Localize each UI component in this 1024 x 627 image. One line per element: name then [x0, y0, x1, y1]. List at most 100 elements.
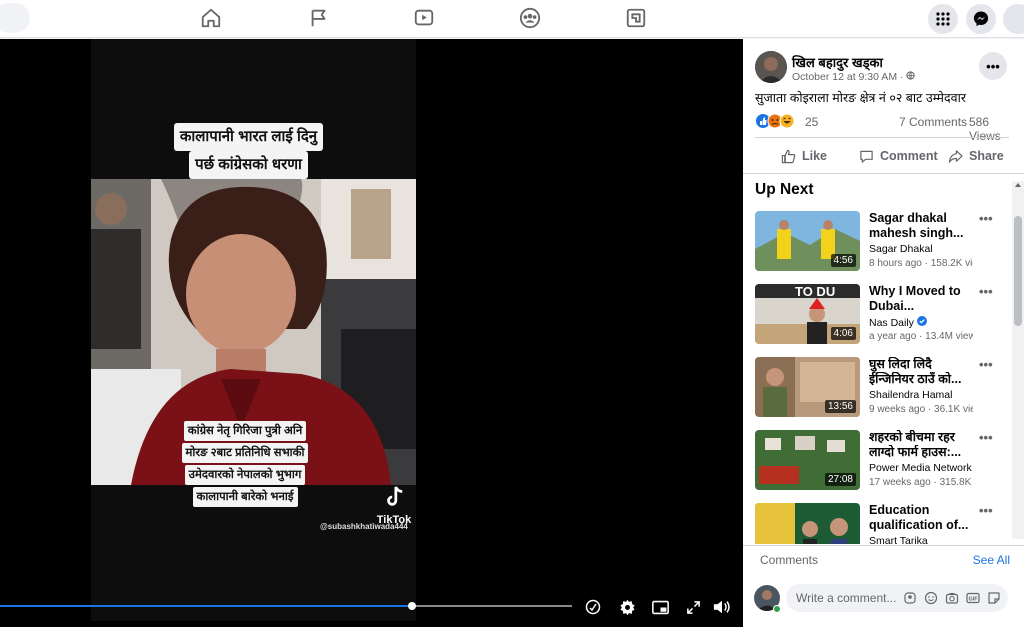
video-channel[interactable]: Smart Tarika	[869, 535, 928, 544]
comment-button[interactable]: Comment	[859, 146, 938, 166]
video-more-options-icon[interactable]: •••	[979, 503, 993, 518]
video-stats: a year ago · 13.4M views	[869, 331, 973, 342]
comments-count[interactable]: 7 Comments	[899, 115, 967, 129]
video-duration: 27:08	[824, 473, 856, 486]
reaction-icons[interactable]	[755, 113, 799, 132]
video-thumbnail[interactable]: 4:56	[755, 211, 860, 271]
video-channel[interactable]: Power Media Network	[869, 462, 972, 474]
video-channel[interactable]: Nas Daily	[869, 316, 927, 329]
video-title-line1[interactable]: Why I Moved to	[869, 284, 979, 299]
video-title-line1[interactable]: Sagar dhakal	[869, 211, 979, 226]
scroll-up-arrow-icon[interactable]	[1015, 183, 1021, 187]
video-channel[interactable]: Sagar Dhakal	[869, 243, 933, 255]
video-progress-handle[interactable]	[407, 602, 416, 610]
up-next-item[interactable]: TO DU 4:06 Why I Moved to Dubai... Nas D…	[755, 284, 1013, 344]
video-more-options-icon[interactable]: •••	[979, 357, 993, 372]
post-date[interactable]: October 12 at 9:30 AM	[792, 71, 897, 83]
up-next-item[interactable]: 4:56 Sagar dhakal mahesh singh... Sagar …	[755, 211, 1013, 271]
flag-icon[interactable]	[306, 5, 332, 31]
video-stats: 9 weeks ago · 36.1K views	[869, 404, 973, 415]
author-avatar[interactable]	[755, 51, 787, 83]
post-author-name[interactable]: खिल बहादुर खड्का	[792, 53, 883, 71]
video-title-line2[interactable]: ईन्जिनियर ठाउँ को...	[869, 372, 979, 387]
gif-icon[interactable]: GIF	[966, 591, 980, 605]
views-count: 586 Views	[969, 115, 1001, 143]
video-duration: 4:56	[830, 254, 856, 267]
caption-top-line1: कालापानी भारत लाई दिनु	[173, 123, 324, 151]
grid-menu-icon[interactable]	[928, 4, 958, 34]
avatar-sticker-icon[interactable]	[903, 591, 917, 605]
groups-icon[interactable]	[517, 5, 543, 31]
thumbs-up-icon	[781, 149, 796, 163]
post-meta: October 12 at 9:30 AM ·	[792, 71, 916, 83]
settings-gear-icon[interactable]	[617, 597, 637, 617]
messenger-icon[interactable]	[966, 4, 996, 34]
up-next-title: Up Next	[755, 181, 814, 198]
comment-input[interactable]: Write a comment... GIF	[786, 584, 1008, 612]
channel-name[interactable]: Nas Daily	[869, 317, 914, 329]
divider	[743, 545, 1024, 546]
online-status-dot	[773, 605, 781, 613]
gaming-icon[interactable]	[623, 5, 649, 31]
svg-text:GIF: GIF	[969, 597, 979, 603]
video-title-line1[interactable]: घुस लिदा लिदै	[869, 357, 979, 372]
video-thumbnail[interactable]	[755, 503, 860, 544]
camera-icon[interactable]	[945, 591, 959, 605]
video-progress-bar[interactable]	[0, 602, 572, 610]
video-more-options-icon[interactable]: •••	[979, 211, 993, 226]
scrollbar-thumb[interactable]	[1014, 216, 1022, 326]
video-channel[interactable]: Shailendra Hamal	[869, 389, 952, 401]
video-thumbnail[interactable]: 13:56	[755, 357, 860, 417]
video-thumbnail[interactable]: TO DU 4:06	[755, 284, 860, 344]
video-title-line2[interactable]: mahesh singh...	[869, 226, 979, 241]
video-thumbnail[interactable]: 27:08	[755, 430, 860, 490]
video-title-line2[interactable]: Dubai...	[869, 299, 979, 314]
video-title-line1[interactable]: शहरको बीचमा रहर	[869, 430, 979, 445]
video-duration: 4:06	[830, 327, 856, 340]
post-more-options-button[interactable]: •••	[979, 52, 1007, 80]
share-label: Share	[969, 149, 1004, 163]
volume-icon[interactable]	[712, 597, 732, 617]
video-duration: 13:56	[824, 400, 856, 413]
video-title-line2[interactable]: लाग्दो फार्म हाउस:...	[869, 445, 979, 460]
search-box[interactable]	[0, 3, 30, 33]
reactions-row: 25 7 Comments 586 Views	[755, 112, 1013, 143]
post-text: सुजाता कोइराला मोरङ क्षेत्र नं ०२ बाट उम…	[755, 91, 966, 105]
share-button[interactable]: Share	[948, 146, 1004, 166]
like-label: Like	[802, 149, 828, 163]
up-next-scrollbar[interactable]	[1012, 181, 1024, 539]
see-all-comments-link[interactable]: See All	[973, 553, 1010, 567]
video-more-options-icon[interactable]: •••	[979, 430, 993, 445]
video-caption-bottom: कांग्रेस नेतृ गिरिजा पुत्री अनि मोरङ २बा…	[155, 421, 335, 509]
video-more-options-icon[interactable]: •••	[979, 284, 993, 299]
captions-icon[interactable]	[583, 597, 603, 617]
tiktok-watermark: TikTok	[372, 485, 416, 526]
video-stats: 8 hours ago · 158.2K views	[869, 258, 973, 269]
svg-text:TO DU: TO DU	[795, 284, 835, 299]
caption-bottom-line2: मोरङ २बाट प्रतिनिधि सभाकी	[181, 443, 309, 463]
verified-badge-icon	[916, 316, 927, 326]
comment-bubble-icon	[860, 150, 873, 163]
caption-bottom-line1: कांग्रेस नेतृ गिरिजा पुत्री अनि	[183, 421, 307, 441]
up-next-item[interactable]: 13:56 घुस लिदा लिदै ईन्जिनियर ठाउँ को...…	[755, 357, 1013, 417]
video-progress-fill	[0, 605, 412, 607]
comments-header: Comments See All	[760, 553, 1010, 567]
video-player[interactable]: कालापानी भारत लाई दिनु पर्छ कांग्रेसको ध…	[0, 39, 743, 627]
video-stats: 17 weeks ago · 315.8K views	[869, 477, 973, 488]
home-icon[interactable]	[198, 5, 224, 31]
divider	[755, 137, 1009, 138]
up-next-list: 4:56 Sagar dhakal mahesh singh... Sagar …	[755, 211, 1013, 544]
video-title-line2[interactable]: qualification of...	[869, 518, 979, 533]
reaction-count[interactable]: 25	[805, 115, 818, 129]
sticker-icon[interactable]	[987, 591, 1001, 605]
fullscreen-icon[interactable]	[683, 597, 703, 617]
emoji-icon[interactable]	[924, 591, 938, 605]
picture-in-picture-icon[interactable]	[650, 597, 670, 617]
account-avatar[interactable]	[1003, 4, 1024, 34]
up-next-item[interactable]: Education qualification of... Smart Tari…	[755, 503, 1013, 544]
up-next-item[interactable]: 27:08 शहरको बीचमा रहर लाग्दो फार्म हाउस:…	[755, 430, 1013, 490]
globe-icon	[906, 71, 916, 81]
video-title-line1[interactable]: Education	[869, 503, 979, 518]
like-button[interactable]: Like	[781, 146, 827, 166]
video-icon[interactable]	[411, 5, 437, 31]
